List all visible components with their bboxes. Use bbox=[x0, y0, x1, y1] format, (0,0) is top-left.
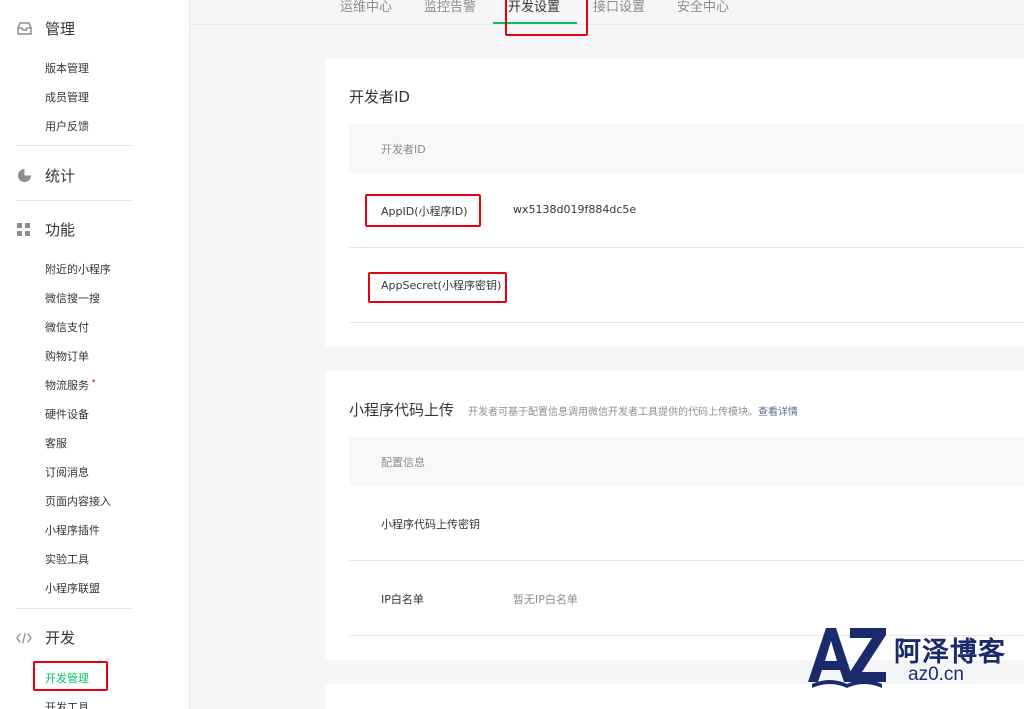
ip-whitelist-label: IP白名单 bbox=[381, 593, 424, 606]
card-title: 开发者ID bbox=[349, 88, 410, 106]
sidebar-item-label: 物流服务 bbox=[45, 379, 89, 392]
ip-whitelist-value: 暂无IP白名单 bbox=[513, 593, 578, 606]
new-dot: • bbox=[91, 377, 97, 387]
sidebar-section-label: 功能 bbox=[45, 221, 76, 239]
sidebar-section-label: 开发 bbox=[45, 629, 76, 647]
code-icon bbox=[16, 630, 32, 646]
tab-ops[interactable]: 运维中心 bbox=[340, 0, 392, 16]
grid-icon bbox=[16, 222, 32, 238]
tab-monitor[interactable]: 监控告警 bbox=[424, 0, 476, 16]
divider bbox=[16, 608, 133, 609]
table-header: 配置信息 bbox=[349, 437, 1024, 486]
upload-key-label: 小程序代码上传密钥 bbox=[381, 518, 480, 531]
description-text: 开发者可基于配置信息调用微信开发者工具提供的代码上传模块。 bbox=[468, 407, 759, 418]
card-description: 开发者可基于配置信息调用微信开发者工具提供的代码上传模块。查看详情 bbox=[468, 407, 798, 418]
watermark-domain: az0.cn bbox=[908, 664, 964, 685]
appid-value[interactable]: wx5138d019f884dc5e bbox=[513, 203, 636, 216]
sidebar-item-feedback[interactable]: 用户反馈 bbox=[45, 118, 89, 134]
card-title: 小程序代码上传 开发者可基于配置信息调用微信开发者工具提供的代码上传模块。查看详情 bbox=[349, 399, 798, 420]
sidebar-item-hardware[interactable]: 硬件设备 bbox=[45, 406, 89, 422]
pie-chart-icon bbox=[16, 168, 32, 184]
az-logo-icon bbox=[808, 628, 886, 688]
tab-security[interactable]: 安全中心 bbox=[677, 0, 729, 16]
sidebar-item-lab[interactable]: 实验工具 bbox=[45, 551, 89, 567]
column-header: 开发者ID bbox=[381, 143, 426, 156]
view-details-link[interactable]: 查看详情 bbox=[758, 407, 798, 418]
table-header: 开发者ID bbox=[349, 124, 1024, 173]
sidebar-item-search[interactable]: 微信搜一搜 bbox=[45, 290, 100, 306]
inbox-icon bbox=[16, 21, 32, 37]
sidebar-item-orders[interactable]: 购物订单 bbox=[45, 348, 89, 364]
sidebar-section-label: 统计 bbox=[45, 167, 76, 185]
card-title-text: 小程序代码上传 bbox=[349, 401, 455, 419]
divider bbox=[16, 200, 133, 201]
sidebar-section-dev[interactable]: 开发 bbox=[16, 627, 75, 648]
sidebar: 管理 版本管理 成员管理 用户反馈 统计 功能 附近的小程序 微信搜一搜 微信支… bbox=[0, 0, 190, 709]
sidebar-item-subscribe[interactable]: 订阅消息 bbox=[45, 464, 89, 480]
sidebar-item-union[interactable]: 小程序联盟 bbox=[45, 580, 100, 596]
highlight-box bbox=[33, 661, 108, 691]
watermark: 阿泽博客 az0.cn bbox=[804, 624, 1024, 694]
sidebar-section-manage[interactable]: 管理 bbox=[16, 18, 75, 39]
sidebar-item-plugins[interactable]: 小程序插件 bbox=[45, 522, 100, 538]
sidebar-item-dev-tools[interactable]: 开发工具 bbox=[45, 699, 89, 709]
sidebar-item-members[interactable]: 成员管理 bbox=[45, 89, 89, 105]
highlight-box bbox=[368, 272, 507, 303]
column-header: 配置信息 bbox=[381, 456, 425, 469]
sidebar-item-service[interactable]: 客服 bbox=[45, 435, 67, 451]
top-tabs: 运维中心 监控告警 开发设置 接口设置 安全中心 bbox=[191, 0, 1024, 25]
sidebar-item-version[interactable]: 版本管理 bbox=[45, 60, 89, 76]
table-row: 小程序代码上传密钥 bbox=[349, 486, 1024, 561]
sidebar-item-pay[interactable]: 微信支付 bbox=[45, 319, 89, 335]
code-upload-card: 小程序代码上传 开发者可基于配置信息调用微信开发者工具提供的代码上传模块。查看详情… bbox=[325, 371, 1024, 660]
tab-api-settings[interactable]: 接口设置 bbox=[593, 0, 645, 16]
sidebar-section-label: 管理 bbox=[45, 20, 76, 38]
sidebar-section-stats[interactable]: 统计 bbox=[16, 165, 75, 186]
sidebar-item-nearby[interactable]: 附近的小程序 bbox=[45, 261, 111, 277]
sidebar-item-page-content[interactable]: 页面内容接入 bbox=[45, 493, 111, 509]
divider bbox=[16, 145, 133, 146]
sidebar-item-logistics[interactable]: 物流服务 • bbox=[45, 377, 96, 393]
highlight-box bbox=[505, 0, 588, 36]
highlight-box bbox=[365, 194, 481, 227]
sidebar-section-features[interactable]: 功能 bbox=[16, 219, 75, 240]
